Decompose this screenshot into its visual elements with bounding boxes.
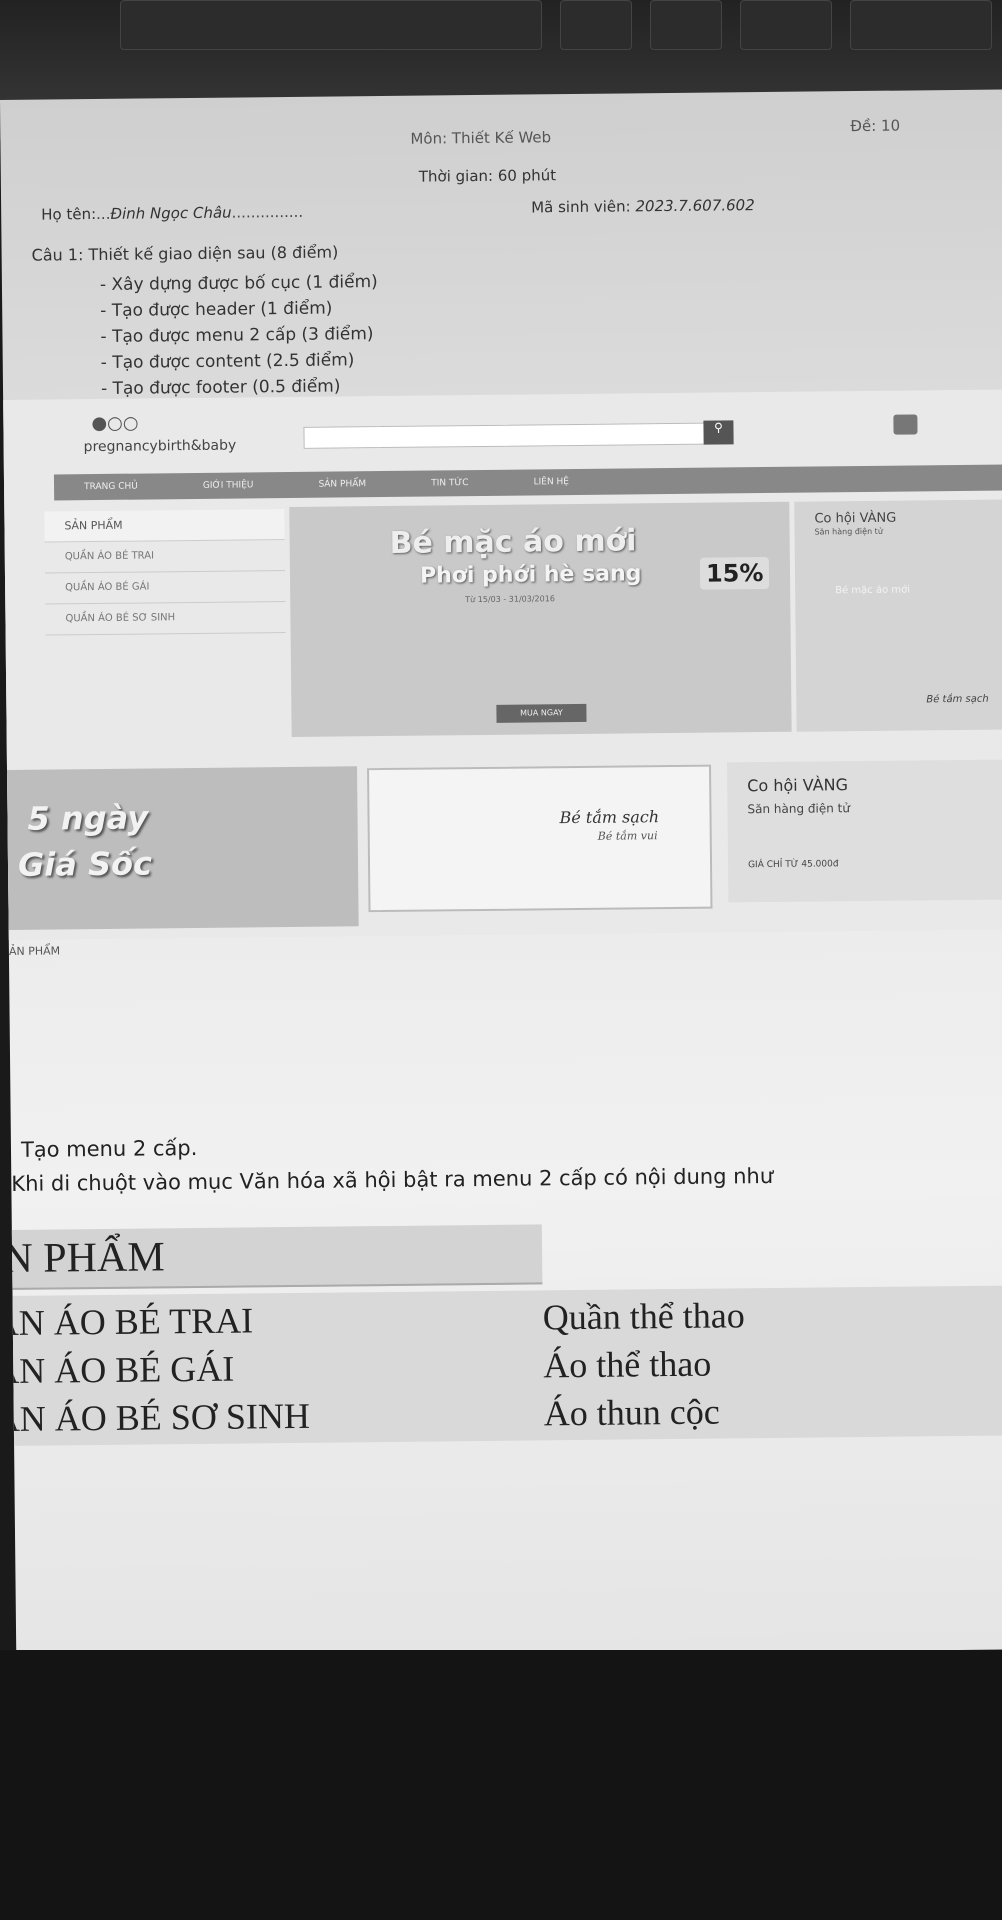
banner-date: Từ 15/03 - 31/03/2016 <box>465 594 555 605</box>
main-banner: Bé mặc áo mới Phơi phới hè sang Từ 15/03… <box>289 501 792 737</box>
submenu-item[interactable]: Áo thể thao <box>543 1343 711 1387</box>
search-input[interactable] <box>303 422 706 449</box>
exam-time: Thời gian: 60 phút <box>418 166 557 186</box>
nav-item[interactable]: LIÊN HỆ <box>533 469 570 495</box>
keyboard-key <box>120 0 542 50</box>
menu2-demo: ẢN PHẨM ẦN ÁO BÉ TRAI Quần thể thao ẦN Á… <box>11 1219 1002 1446</box>
nav-item[interactable]: GIỚI THIỆU <box>203 472 254 499</box>
right-banner-3: Bé tắm sạch <box>926 693 989 706</box>
promo-a-line2: Giá Sốc <box>17 844 153 884</box>
sidebar-item[interactable]: QUẦN ÁO BÉ TRAI <box>44 540 285 574</box>
keyboard-key <box>850 0 992 50</box>
right-banner-2: Bé mặc áo mới <box>835 584 911 597</box>
promo-b-line1: Bé tắm sạch <box>559 807 660 828</box>
question-1: Câu 1: Thiết kế giao diện sau (8 điểm) <box>31 242 339 265</box>
submenu-item[interactable]: Áo thun cộc <box>544 1391 720 1435</box>
sid-label: Mã sinh viên: <box>531 197 631 217</box>
cart-icon[interactable] <box>893 414 918 435</box>
main-nav: TRANG CHỦ GIỚI THIỆU SẢN PHẨM TIN TỨC LI… <box>53 464 1002 501</box>
task-item: Tạo được header (1 điểm) <box>112 299 333 321</box>
right-sub: Săn hàng điện tử <box>814 526 883 537</box>
menu2-description: Khi di chuột vào mục Văn hóa xã hội bật … <box>11 1163 774 1196</box>
keyboard-key <box>740 0 832 50</box>
submenu-item[interactable]: ẦN ÁO BÉ TRAI <box>13 1296 533 1343</box>
sidebar-item[interactable]: QUẦN ÁO BÉ SƠ SINH <box>45 602 286 636</box>
task-item: Tạo được footer (0.5 điểm) <box>112 376 340 398</box>
banner-discount: 15% <box>699 556 770 590</box>
submenu: ẦN ÁO BÉ TRAI Quần thể thao ẦN ÁO BÉ GÁI… <box>12 1285 1002 1446</box>
products-label: ẢN PHẨM <box>8 944 61 958</box>
keyboard-key <box>560 0 632 50</box>
name-value: Đinh Ngọc Châu <box>110 203 232 223</box>
menu2-title: Tạo menu 2 cấp. <box>20 1135 198 1162</box>
task-item: Xây dựng được bố cục (1 điểm) <box>111 272 378 295</box>
promo-banner-b: Bé tắm sạch Bé tắm vui <box>367 764 713 913</box>
submenu-item[interactable]: Quần thể thao <box>543 1294 745 1338</box>
right-banners: Co hội VÀNG Săn hàng điện tử Bé mặc áo m… <box>794 499 1002 732</box>
subject: Môn: Thiết Kế Web <box>410 128 552 148</box>
nav-item[interactable]: SẢN PHẨM <box>318 471 366 497</box>
exam-paper: Môn: Thiết Kế Web Đề: 10 Thời gian: 60 p… <box>0 89 1002 1660</box>
banner-subtitle: Phơi phới hè sang <box>419 561 642 589</box>
name-line: Họ tên:...Đinh Ngọc Châu............... <box>41 202 304 224</box>
right-title: Co hội VÀNG <box>814 510 897 527</box>
desk-surface <box>0 1650 1002 1920</box>
nav-item[interactable]: TIN TỨC <box>431 470 469 496</box>
promo-a-line1: 5 ngày <box>27 798 149 838</box>
buy-now-button[interactable]: MUA NGAY <box>496 703 587 723</box>
submenu-item[interactable]: ẦN ÁO BÉ GÁI <box>13 1344 533 1392</box>
sidebar-title: SẢN PHẨM <box>44 509 285 543</box>
site-logo: pregnancybirth&baby <box>83 437 237 456</box>
promo-banner-c: Co hội VÀNG Săn hàng điện tử GIÁ CHỈ TỪ … <box>726 759 1002 903</box>
banner-title: Bé mặc áo mới <box>389 523 637 561</box>
logo-icon: ●○○ <box>91 412 139 435</box>
name-label: Họ tên: <box>41 205 97 224</box>
sidebar-item[interactable]: QUẦN ÁO BÉ GÁI <box>44 571 286 605</box>
promo-banner-a: 5 ngày Giá Sốc <box>7 766 359 930</box>
submenu-item[interactable]: ẦN ÁO BÉ SƠ SINH <box>14 1392 534 1439</box>
menu2-head[interactable]: ẢN PHẨM <box>11 1224 543 1290</box>
promo-b-line2: Bé tắm vui <box>597 829 658 843</box>
promo-c-line1: Co hội VÀNG <box>747 775 849 796</box>
promo-c-line2: Săn hàng điện tử <box>747 801 850 817</box>
task-item: Tạo được content (2.5 điểm) <box>112 350 354 373</box>
website-mockup: ●○○ pregnancybirth&baby ⚲ TRANG CHỦ GIỚI… <box>3 389 1002 958</box>
sidebar: SẢN PHẨM QUẦN ÁO BÉ TRAI QUẦN ÁO BÉ GÁI … <box>44 509 286 636</box>
search-icon[interactable]: ⚲ <box>703 420 734 445</box>
sid-value: 2023.7.607.602 <box>635 196 755 216</box>
promo-c-line3: GIÁ CHỈ TỪ 45.000đ <box>748 859 839 871</box>
nav-item[interactable]: TRANG CHỦ <box>84 474 138 501</box>
task-item: Tạo được menu 2 cấp (3 điểm) <box>112 324 374 347</box>
keyboard-key <box>650 0 722 50</box>
student-id-line: Mã sinh viên: 2023.7.607.602 <box>531 196 755 216</box>
exam-code: Đề: 10 <box>850 116 901 136</box>
